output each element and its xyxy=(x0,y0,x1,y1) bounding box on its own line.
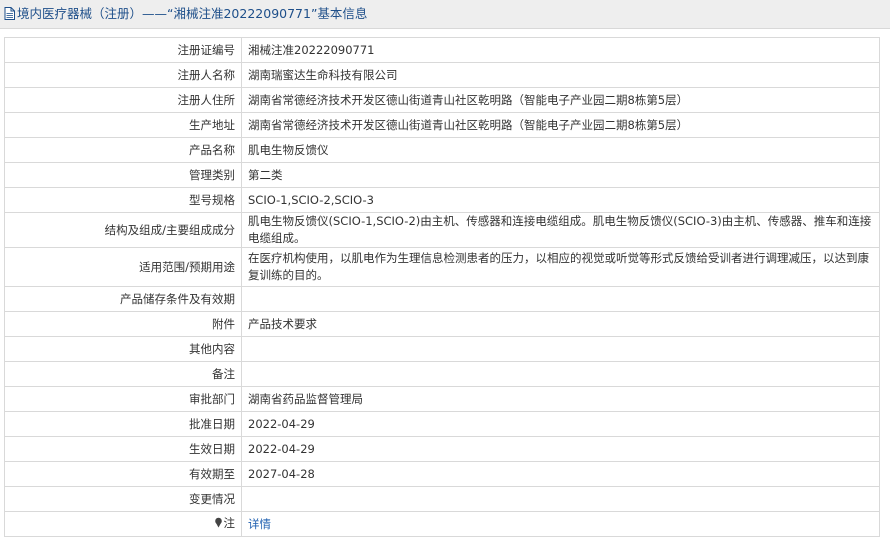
field-label: 型号规格 xyxy=(4,187,242,213)
table-row: 注册人住所 湖南省常德经济技术开发区德山街道青山社区乾明路（智能电子产业园二期8… xyxy=(4,87,880,113)
field-label: 注册人住所 xyxy=(4,87,242,113)
field-label: 备注 xyxy=(4,361,242,387)
details-link[interactable]: 详情 xyxy=(248,517,271,531)
field-label: 注册人名称 xyxy=(4,62,242,88)
info-table: 注册证编号 湘械注准20222090771 注册人名称 湖南瑞蜜达生命科技有限公… xyxy=(4,37,880,537)
field-label: 有效期至 xyxy=(4,461,242,487)
field-label: 结构及组成/主要组成成分 xyxy=(4,212,242,248)
field-label: 审批部门 xyxy=(4,386,242,412)
field-value: 肌电生物反馈仪 xyxy=(241,137,880,163)
field-value xyxy=(241,486,880,512)
field-value xyxy=(241,361,880,387)
field-value: 产品技术要求 xyxy=(241,311,880,337)
field-label: 其他内容 xyxy=(4,336,242,362)
note-row: 注 详情 xyxy=(4,511,880,537)
field-value: 湖南瑞蜜达生命科技有限公司 xyxy=(241,62,880,88)
field-label: 适用范围/预期用途 xyxy=(4,247,242,287)
field-value: 肌电生物反馈仪(SCIO-1,SCIO-2)由主机、传感器和连接电缆组成。肌电生… xyxy=(241,212,880,248)
table-row: 结构及组成/主要组成成分 肌电生物反馈仪(SCIO-1,SCIO-2)由主机、传… xyxy=(4,212,880,248)
field-value: 湖南省常德经济技术开发区德山街道青山社区乾明路（智能电子产业园二期8栋第5层） xyxy=(241,112,880,138)
table-row: 产品名称 肌电生物反馈仪 xyxy=(4,137,880,163)
field-value: 湖南省药品监督管理局 xyxy=(241,386,880,412)
table-row: 注册人名称 湖南瑞蜜达生命科技有限公司 xyxy=(4,62,880,88)
field-value: 湖南省常德经济技术开发区德山街道青山社区乾明路（智能电子产业园二期8栋第5层） xyxy=(241,87,880,113)
field-value xyxy=(241,286,880,312)
table-row: 产品储存条件及有效期 xyxy=(4,286,880,312)
field-value: 在医疗机构使用，以肌电作为生理信息检测患者的压力，以相应的视觉或听觉等形式反馈给… xyxy=(241,247,880,287)
field-value: 湘械注准20222090771 xyxy=(241,37,880,63)
note-label: 注 xyxy=(223,516,236,530)
table-row: 审批部门 湖南省药品监督管理局 xyxy=(4,386,880,412)
field-label: 产品储存条件及有效期 xyxy=(4,286,242,312)
field-label: 生效日期 xyxy=(4,436,242,462)
table-row: 生产地址 湖南省常德经济技术开发区德山街道青山社区乾明路（智能电子产业园二期8栋… xyxy=(4,112,880,138)
table-row: 备注 xyxy=(4,361,880,387)
table-row: 生效日期 2022-04-29 xyxy=(4,436,880,462)
field-label: 管理类别 xyxy=(4,162,242,188)
field-label: 变更情况 xyxy=(4,486,242,512)
page-header: 境内医疗器械（注册）——“湘械注准20222090771”基本信息 xyxy=(0,0,890,29)
table-row: 型号规格 SCIO-1,SCIO-2,SCIO-3 xyxy=(4,187,880,213)
table-row: 批准日期 2022-04-29 xyxy=(4,411,880,437)
field-value: 2022-04-29 xyxy=(241,411,880,437)
field-label: 附件 xyxy=(4,311,242,337)
table-row: 有效期至 2027-04-28 xyxy=(4,461,880,487)
table-row: 附件 产品技术要求 xyxy=(4,311,880,337)
field-value: 2027-04-28 xyxy=(241,461,880,487)
pin-icon xyxy=(214,516,223,533)
table-row: 注册证编号 湘械注准20222090771 xyxy=(4,37,880,63)
field-label: 注册证编号 xyxy=(4,37,242,63)
field-value: SCIO-1,SCIO-2,SCIO-3 xyxy=(241,187,880,213)
field-label: 生产地址 xyxy=(4,112,242,138)
table-row: 管理类别 第二类 xyxy=(4,162,880,188)
field-label: 产品名称 xyxy=(4,137,242,163)
note-label-cell: 注 xyxy=(4,511,242,537)
field-value: 第二类 xyxy=(241,162,880,188)
field-value: 2022-04-29 xyxy=(241,436,880,462)
note-value-cell: 详情 xyxy=(241,511,880,537)
document-icon xyxy=(4,2,15,28)
field-label: 批准日期 xyxy=(4,411,242,437)
table-row: 变更情况 xyxy=(4,486,880,512)
page-title: 境内医疗器械（注册）——“湘械注准20222090771”基本信息 xyxy=(17,6,368,21)
table-row: 其他内容 xyxy=(4,336,880,362)
field-value xyxy=(241,336,880,362)
table-row: 适用范围/预期用途 在医疗机构使用，以肌电作为生理信息检测患者的压力，以相应的视… xyxy=(4,247,880,287)
